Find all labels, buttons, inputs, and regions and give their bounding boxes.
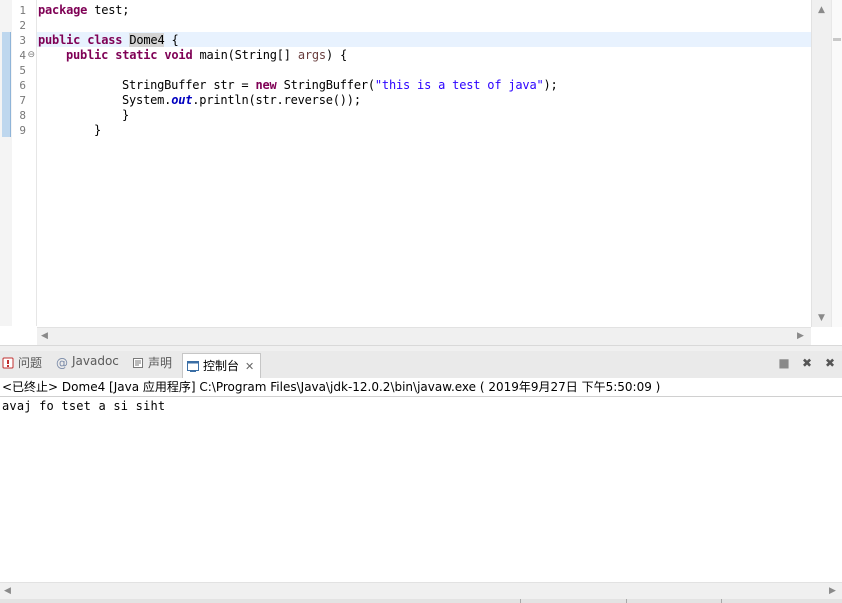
code-text: } [94,123,102,137]
status-bar [0,599,842,603]
parameter: args [297,48,326,62]
scroll-up-icon[interactable]: ▲ [818,5,825,15]
line-number: 7 [19,94,26,107]
code-line-1[interactable]: package test; [38,3,130,18]
line-number: 5 [19,64,26,77]
tab-label: 问题 [18,356,43,370]
code-text: .println(str.reverse()); [192,93,361,107]
line-number: 6 [19,79,26,92]
console-tab-bar: 问题 @ Javadoc 声明 控制台 ✕ [0,351,842,379]
left-ruler [0,0,12,326]
tab-problems[interactable]: 问题 [2,354,42,376]
string-literal: "this is a test of java" [374,78,544,92]
line-number: 8 [19,109,26,122]
code-line-4[interactable]: public static void main(String[] args) { [66,48,347,63]
tab-console[interactable]: 控制台 ✕ [182,353,262,378]
editor-horizontal-scrollbar[interactable]: ◀ ▶ [37,327,811,345]
code-line-6[interactable]: StringBuffer str = new StringBuffer("thi… [122,78,558,93]
keyword: static [115,48,158,62]
remove-all-launches-icon[interactable]: ✖ [823,356,837,370]
tab-declaration[interactable]: 声明 [132,354,172,376]
line-number: 9 [19,124,26,137]
line-number: 3 [19,34,26,47]
code-editor[interactable]: 1 2 3 4 ⊖ 5 6 7 8 9 package test; public… [0,0,842,345]
code-text: } [122,108,130,122]
problems-icon [2,357,14,369]
code-text: System. [122,93,172,107]
keyword: public [38,33,81,47]
code-text: test; [87,3,130,17]
line-number: 1 [19,4,26,17]
scroll-right-icon[interactable]: ▶ [829,586,836,596]
code-line-3[interactable]: public class Dome4 { [38,33,179,48]
status-separator [520,599,521,603]
declaration-icon [133,358,143,368]
code-text: { [164,33,179,47]
line-number: 2 [19,19,26,32]
scroll-down-icon[interactable]: ▼ [818,313,825,323]
overview-marker[interactable] [833,38,841,41]
tab-label: 声明 [148,356,173,370]
code-text: StringBuffer( [276,78,376,92]
remove-launch-icon[interactable]: ✖ [800,356,814,370]
overview-ruler[interactable] [831,0,842,327]
code-line-7[interactable]: System.out.println(str.reverse()); [122,93,361,108]
code-text: main(String[] [192,48,298,62]
code-text: StringBuffer str = [122,78,256,92]
code-text: ) { [325,48,348,62]
keyword: class [87,33,123,47]
console-output-area[interactable]: avaj fo tset a si siht [0,397,842,582]
keyword: void [164,48,193,62]
line-number-gutter: 1 2 3 4 ⊖ 5 6 7 8 9 [12,0,37,326]
tab-label: Javadoc [72,354,119,368]
terminate-icon[interactable]: ■ [777,356,791,370]
keyword: new [255,78,277,92]
console-process-label: <已终止> Dome4 [Java 应用程序] C:\Program Files… [0,378,842,397]
status-separator [721,599,722,603]
keyword: public [66,48,109,62]
status-separator [626,599,627,603]
console-horizontal-scrollbar[interactable]: ◀ ▶ [0,582,842,600]
static-field: out [171,93,193,107]
editor-vertical-scrollbar[interactable]: ▲ ▼ [811,0,832,327]
line-number: 4 [19,49,26,62]
code-line-8[interactable]: } [122,108,129,123]
scroll-left-icon[interactable]: ◀ [41,331,48,341]
keyword: package [38,3,88,17]
console-icon [187,361,199,372]
scroll-left-icon[interactable]: ◀ [4,586,11,596]
fold-collapse-icon[interactable]: ⊖ [27,48,35,63]
code-text: ); [543,78,558,92]
console-output-line: avaj fo tset a si siht [2,399,166,413]
tab-label: 控制台 [203,359,240,373]
at-icon: @ [56,356,68,370]
class-name-highlight: Dome4 [129,33,165,47]
code-line-9[interactable]: } [94,123,101,138]
scroll-right-icon[interactable]: ▶ [797,331,804,341]
tab-javadoc[interactable]: @ Javadoc [56,354,119,376]
close-icon[interactable]: ✕ [245,360,254,373]
change-marker [2,32,11,137]
